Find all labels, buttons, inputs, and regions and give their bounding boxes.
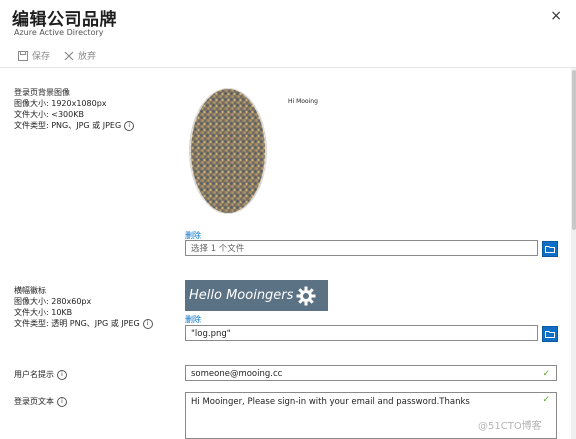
username-hint-input[interactable]: someone@mooing.cc ✓ bbox=[185, 365, 557, 381]
background-preview-text: Hi Mooing bbox=[288, 98, 318, 105]
blade-title: 编辑公司品牌 bbox=[12, 10, 117, 30]
folder-icon bbox=[545, 246, 555, 253]
browse-banner-button[interactable] bbox=[542, 326, 558, 342]
username-hint-value: someone@mooing.cc bbox=[191, 369, 283, 379]
signin-text-label-row: 登录页文本 i bbox=[14, 396, 67, 407]
save-label: 保存 bbox=[32, 52, 51, 62]
banner-filetype-row: 文件类型: 透明 PNG、JPG 或 JPEG i bbox=[14, 318, 153, 329]
signin-text-label: 登录页文本 bbox=[14, 397, 54, 406]
banner-filesize: 文件大小: 10KB bbox=[14, 308, 73, 317]
command-bar: 保存 放弃 bbox=[0, 43, 576, 68]
gear-icon bbox=[296, 286, 316, 305]
banner-title: 横幅徽标 bbox=[14, 286, 46, 295]
banner-logo-text: Hello Mooingers bbox=[189, 288, 294, 303]
banner-section-labels: 横幅徽标 图像大小: 280x60px 文件大小: 10KB 文件类型: 透明 … bbox=[14, 285, 153, 329]
username-hint-label: 用户名提示 bbox=[14, 370, 54, 379]
discard-icon bbox=[64, 51, 74, 60]
info-icon[interactable]: i bbox=[124, 120, 135, 131]
banner-size: 图像大小: 280x60px bbox=[14, 297, 92, 306]
scrollbar-thumb[interactable] bbox=[572, 70, 576, 230]
close-icon[interactable]: × bbox=[550, 8, 562, 24]
browse-background-button[interactable] bbox=[542, 241, 558, 257]
info-icon[interactable]: i bbox=[57, 369, 67, 380]
background-file-input[interactable]: 选择 1 个文件 bbox=[185, 240, 538, 256]
banner-filetype: 文件类型: 透明 PNG、JPG 或 JPEG bbox=[14, 319, 140, 328]
folder-icon bbox=[545, 331, 555, 338]
watermark: @51CTO博客 bbox=[478, 421, 542, 432]
background-filetype-row: 文件类型: PNG、JPG 或 JPEG i bbox=[14, 120, 135, 131]
banner-file-input[interactable]: "log.png" bbox=[185, 325, 538, 341]
banner-logo-preview: Hello Mooingers bbox=[185, 280, 328, 311]
background-section-labels: 登录页背景图像 图像大小: 1920x1080px 文件大小: <300KB 文… bbox=[14, 87, 135, 131]
info-icon[interactable]: i bbox=[57, 396, 67, 407]
blade-subtitle: Azure Active Directory bbox=[14, 28, 104, 37]
valid-check-icon: ✓ bbox=[542, 369, 550, 379]
background-size: 图像大小: 1920x1080px bbox=[14, 99, 107, 108]
username-hint-label-row: 用户名提示 i bbox=[14, 369, 67, 380]
valid-check-icon: ✓ bbox=[542, 395, 550, 405]
signin-text-value: Hi Mooinger, Please sign-in with your em… bbox=[191, 397, 470, 407]
background-filetype: 文件类型: PNG、JPG 或 JPEG bbox=[14, 121, 122, 130]
save-button[interactable]: 保存 bbox=[18, 49, 50, 62]
info-icon[interactable]: i bbox=[142, 318, 153, 329]
discard-label: 放弃 bbox=[78, 52, 97, 62]
background-title: 登录页背景图像 bbox=[14, 88, 70, 97]
discard-button[interactable]: 放弃 bbox=[64, 49, 96, 62]
remove-banner-link[interactable]: 删除 bbox=[185, 314, 201, 325]
background-filesize: 文件大小: <300KB bbox=[14, 110, 84, 119]
background-image-preview bbox=[188, 86, 268, 216]
save-icon bbox=[18, 50, 28, 61]
